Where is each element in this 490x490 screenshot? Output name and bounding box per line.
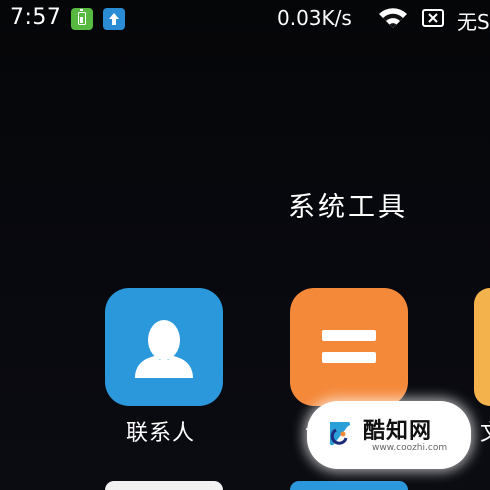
home-screen: 7:57 0.03K/s 无S 系统工具 联系人 酷知网 www.coozhi.… (0, 0, 490, 490)
battery-badge-icon (71, 8, 93, 30)
watermark-url: www.coozhi.com (372, 443, 448, 453)
watermark-name: 酷知网 (363, 419, 433, 444)
contacts-app-label: 联系人 (126, 421, 196, 446)
wifi-icon (379, 8, 407, 28)
app-icon-row2-1[interactable] (105, 481, 223, 490)
app-icon-row2-2[interactable] (290, 481, 408, 490)
watermark: 酷知网 www.coozhi.com (310, 404, 468, 466)
network-speed: 0.03K/s (277, 6, 352, 30)
status-bar: 7:57 0.03K/s 无S (0, 0, 490, 36)
equals-icon (322, 330, 376, 363)
contacts-app-icon[interactable] (105, 288, 223, 406)
carrier-label: 无S (457, 10, 490, 34)
person-icon (135, 320, 193, 378)
coozhi-logo-icon (329, 422, 350, 446)
upload-badge-icon (103, 8, 125, 30)
partial-app-icon[interactable] (474, 288, 490, 406)
folder-title: 系统工具 (288, 192, 408, 223)
partial-app-label: 文 (480, 415, 490, 447)
status-time: 7:57 (10, 5, 62, 30)
no-sim-icon (422, 9, 444, 27)
calculator-app-icon[interactable] (290, 288, 408, 406)
